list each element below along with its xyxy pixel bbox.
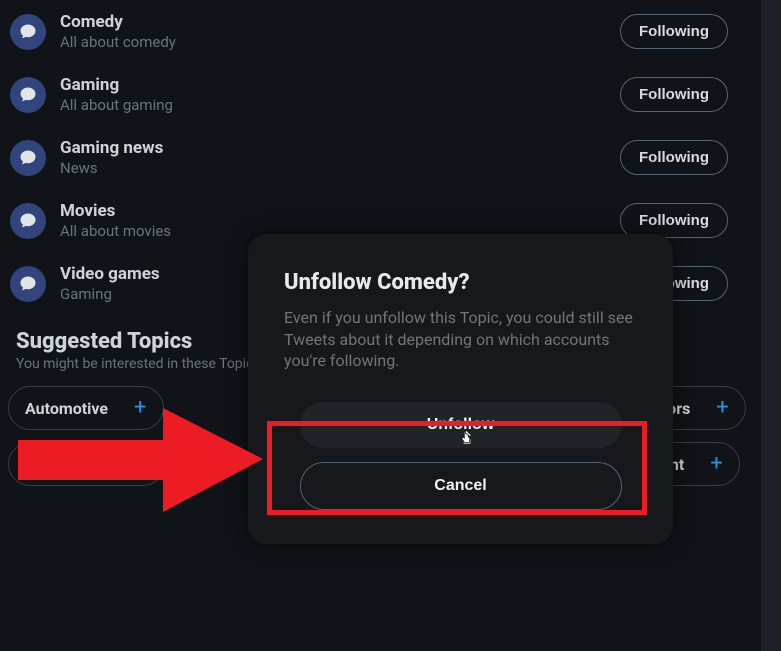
modal-body: Even if you unfollow this Topic, you cou… xyxy=(284,307,637,372)
topic-row[interactable]: ComedyAll about comedy Following xyxy=(0,0,740,63)
pill-label: Spider-Man xyxy=(25,455,109,474)
topic-name: Gaming news xyxy=(60,138,606,158)
plus-icon[interactable]: + xyxy=(710,453,722,475)
following-button[interactable]: Following xyxy=(620,77,728,112)
following-button[interactable]: Following xyxy=(620,140,728,175)
right-rail xyxy=(761,0,781,651)
topic-icon xyxy=(10,14,46,50)
topic-icon xyxy=(10,140,46,176)
unfollow-modal: Unfollow Comedy? Even if you unfollow th… xyxy=(248,234,673,544)
plus-icon[interactable]: + xyxy=(716,397,728,419)
topic-name: Comedy xyxy=(60,12,606,32)
topic-row[interactable]: Gaming newsNews Following xyxy=(0,126,740,189)
topic-text: Gaming newsNews xyxy=(60,138,606,177)
topic-sub: All about comedy xyxy=(60,33,606,51)
topic-row[interactable]: GamingAll about gaming Following xyxy=(0,63,740,126)
topic-name: Movies xyxy=(60,201,606,221)
modal-title: Unfollow Comedy? xyxy=(284,270,637,295)
suggested-topic-pill[interactable]: Automotive + xyxy=(8,386,164,430)
topic-sub: All about gaming xyxy=(60,96,606,114)
plus-icon[interactable]: + xyxy=(134,397,146,419)
topic-icon xyxy=(10,203,46,239)
topic-icon xyxy=(10,77,46,113)
topic-text: ComedyAll about comedy xyxy=(60,12,606,51)
topic-sub: News xyxy=(60,159,606,177)
topic-text: GamingAll about gaming xyxy=(60,75,606,114)
pill-label: Automotive xyxy=(25,399,108,418)
plus-icon[interactable]: + xyxy=(135,453,147,475)
cancel-button-label: Cancel xyxy=(434,477,486,494)
following-button[interactable]: Following xyxy=(620,203,728,238)
topic-icon xyxy=(10,266,46,302)
suggested-topic-pill[interactable]: Spider-Man + xyxy=(8,442,165,486)
unfollow-button[interactable]: Unfollow xyxy=(300,402,622,448)
pointer-cursor-icon xyxy=(459,427,475,447)
cancel-button[interactable]: Cancel xyxy=(300,462,622,510)
following-button[interactable]: Following xyxy=(620,14,728,49)
topic-name: Gaming xyxy=(60,75,606,95)
